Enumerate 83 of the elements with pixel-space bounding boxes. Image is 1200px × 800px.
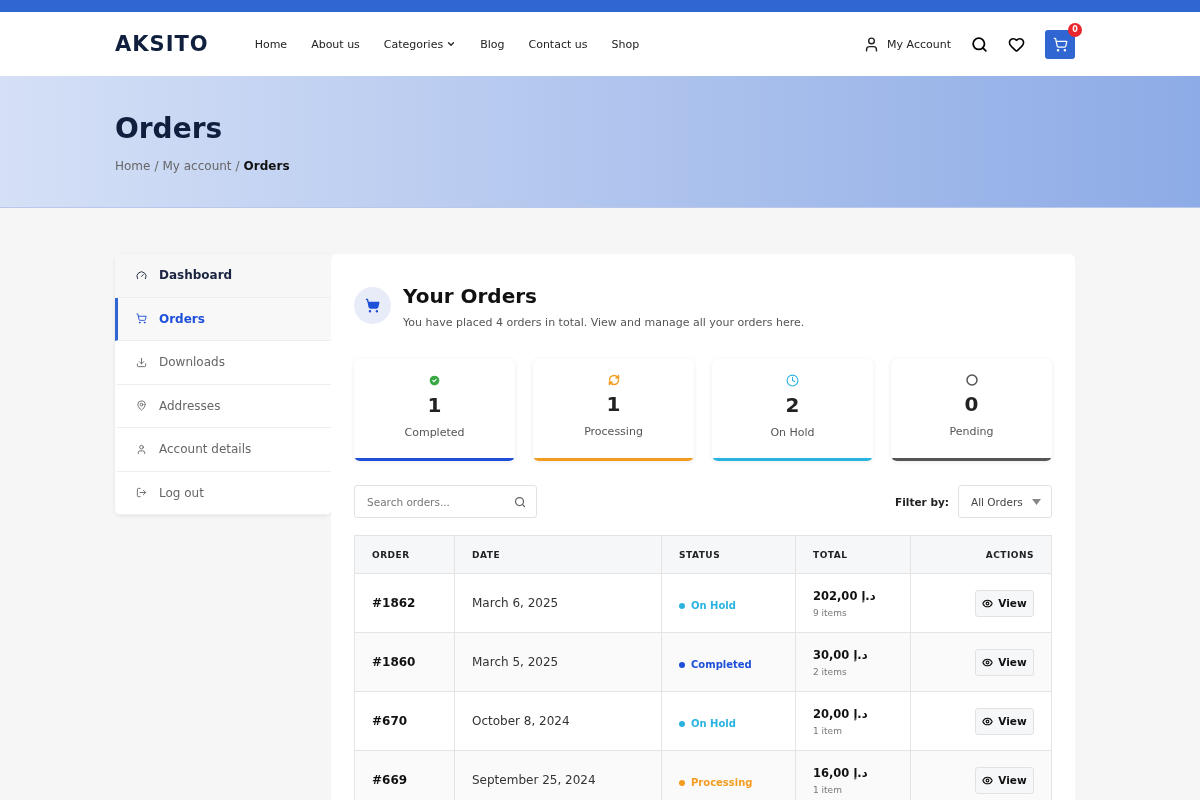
filter-dropdown[interactable]: All Orders [958, 485, 1052, 518]
logout-icon [136, 487, 147, 499]
cart-icon [1052, 36, 1068, 52]
search-icon [514, 495, 526, 508]
sidebar-item[interactable]: Dashboard [115, 254, 331, 298]
section-subtitle: You have placed 4 orders in total. View and manage all your orders here. [403, 316, 805, 329]
heart-icon[interactable] [1008, 35, 1025, 53]
stat-label: On Hold [770, 426, 815, 439]
cart-count-badge: 0 [1068, 22, 1082, 37]
order-number: #1862 [372, 596, 416, 610]
clock-icon [786, 374, 799, 387]
item-count: 1 item [813, 725, 843, 736]
search-icon[interactable] [971, 35, 988, 53]
status-label: On Hold [679, 718, 736, 730]
nav-link[interactable]: Contact us [528, 37, 588, 51]
order-total: 30,00 د.إ [813, 647, 869, 662]
eye-icon [982, 656, 994, 668]
order-date: March 6, 2025 [472, 596, 559, 610]
sidebar-item[interactable]: Addresses [115, 384, 331, 428]
breadcrumb-link[interactable]: Orders [243, 159, 290, 173]
sidebar-item[interactable]: Orders [115, 297, 331, 341]
order-total: 202,00 د.إ [813, 588, 877, 603]
column-header: TOTAL [795, 535, 911, 574]
status-label: Completed [679, 659, 752, 671]
view-button[interactable]: View [975, 707, 1034, 735]
user-icon [136, 443, 147, 455]
order-total: 20,00 د.إ [813, 706, 869, 721]
stat-count: 2 [785, 393, 800, 417]
nav-link[interactable]: About us [311, 37, 360, 51]
cart-icon [136, 313, 147, 325]
eye-icon [982, 715, 994, 727]
order-total: 16,00 د.إ [813, 765, 869, 780]
filter-label: Filter by: [895, 495, 949, 508]
view-button[interactable]: View [975, 589, 1034, 617]
eye-icon [982, 597, 994, 609]
item-count: 2 items [813, 666, 848, 677]
stat-count: 0 [964, 392, 979, 416]
check-circle-icon [428, 374, 441, 387]
caret-icon [1032, 498, 1041, 505]
map-pin-icon [136, 400, 147, 412]
order-number: #1860 [372, 655, 416, 669]
order-date: September 25, 2024 [472, 773, 596, 787]
item-count: 9 items [813, 607, 848, 618]
download-icon [136, 356, 147, 368]
cart-icon [354, 287, 391, 324]
stat-label: Completed [404, 426, 465, 439]
gauge-icon [136, 269, 147, 281]
circle-icon [965, 374, 978, 386]
nav-link[interactable]: Home [254, 37, 288, 51]
column-header: ORDER [354, 535, 455, 574]
search-field[interactable]: Search orders... [354, 485, 537, 518]
nav-link[interactable]: Blog [480, 37, 505, 51]
sidebar-item[interactable]: Account details [115, 428, 331, 472]
view-button[interactable]: View [975, 648, 1034, 676]
item-count: 1 item [813, 784, 843, 795]
account-link[interactable]: My Account [863, 35, 951, 53]
stat-count: 1 [606, 392, 621, 416]
nav-link[interactable]: Shop [611, 37, 640, 51]
page-title: Orders [115, 112, 224, 145]
order-number: #669 [372, 773, 408, 787]
order-number: #670 [372, 714, 408, 728]
breadcrumb-link[interactable]: My account [162, 159, 232, 173]
nav-link[interactable]: Categories [383, 37, 457, 51]
eye-icon [982, 774, 994, 786]
logo[interactable]: AKSITO [115, 32, 209, 56]
order-date: October 8, 2024 [472, 714, 570, 728]
stat-label: Processing [584, 425, 643, 438]
breadcrumb-separator: / [154, 159, 159, 173]
order-date: March 5, 2025 [472, 655, 559, 669]
stat-count: 1 [427, 393, 442, 417]
view-button[interactable]: View [975, 766, 1034, 794]
status-label: Processing [679, 777, 753, 789]
column-header: DATE [454, 535, 662, 574]
breadcrumb-separator: / [235, 159, 240, 173]
column-header: ACTIONS [910, 535, 1052, 574]
section-title: Your Orders [403, 284, 538, 308]
refresh-icon [607, 374, 620, 386]
stat-label: Pending [949, 425, 994, 438]
column-header: STATUS [661, 535, 796, 574]
status-label: On Hold [679, 600, 736, 612]
sidebar-item[interactable]: Log out [115, 471, 331, 515]
breadcrumb-link[interactable]: Home [115, 159, 151, 173]
sidebar-item[interactable]: Downloads [115, 341, 331, 385]
